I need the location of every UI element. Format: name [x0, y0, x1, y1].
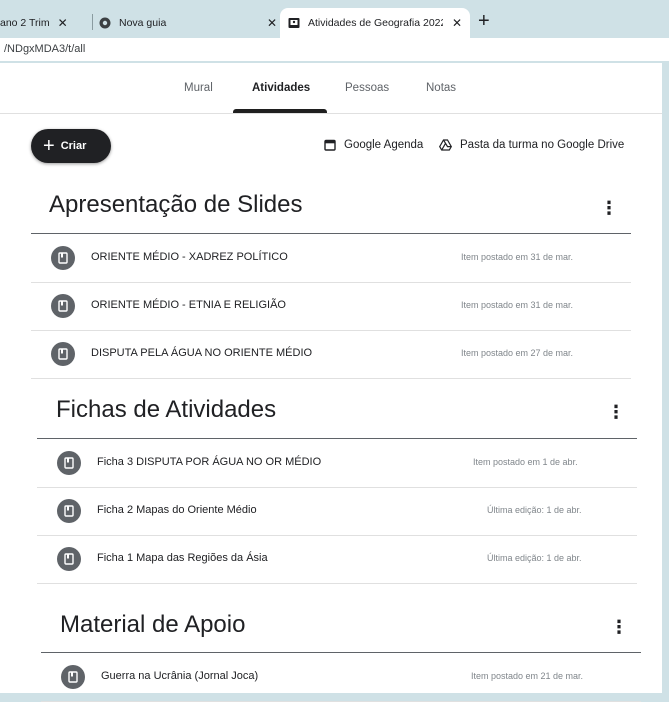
material-icon [51, 342, 75, 366]
close-icon[interactable]: ✕ [267, 16, 277, 30]
list-item[interactable]: Ficha 1 Mapa das Regiões da Ásia Última … [37, 535, 637, 584]
close-icon[interactable]: ✕ [452, 16, 462, 30]
chrome-icon [99, 17, 111, 29]
item-meta: Item postado em 31 de mar. [461, 300, 574, 310]
section-title: Apresentação de Slides [49, 191, 303, 218]
list-item[interactable]: Guerra na Ucrânia (Jornal Joca) Item pos… [41, 653, 641, 702]
drive-icon [439, 139, 452, 151]
more-vert-icon[interactable]: ⋮ [607, 403, 625, 421]
drive-folder-link[interactable]: Pasta da turma no Google Drive [439, 139, 624, 151]
item-title: Guerra na Ucrânia (Jornal Joca) [101, 670, 259, 682]
address-bar[interactable]: /NDgxMDA3/t/all [0, 38, 669, 62]
list-item[interactable]: Ficha 3 DISPUTA POR ÁGUA NO OR MÉDIO Ite… [37, 439, 637, 488]
url-text: /NDgxMDA3/t/all [4, 43, 86, 55]
tab-pessoas[interactable]: Pessoas [345, 82, 389, 94]
close-icon[interactable]: ✕ [58, 16, 68, 30]
item-title: ORIENTE MÉDIO - XADREZ POLÍTICO [91, 251, 288, 263]
drive-label: Pasta da turma no Google Drive [460, 139, 625, 151]
scrollbar[interactable] [662, 63, 669, 693]
tab-notas[interactable]: Notas [426, 82, 456, 94]
class-nav: Mural Atividades Pessoas Notas [0, 63, 662, 114]
list-item[interactable]: ORIENTE MÉDIO - XADREZ POLÍTICO Item pos… [31, 234, 631, 283]
calendar-label: Google Agenda [344, 139, 424, 151]
item-meta: Última edição: 1 de abr. [487, 553, 582, 563]
material-icon [61, 665, 85, 689]
more-vert-icon[interactable]: ⋮ [600, 199, 618, 217]
section-title: Material de Apoio [60, 611, 246, 638]
more-vert-icon[interactable]: ⋮ [610, 618, 628, 636]
material-icon [57, 499, 81, 523]
browser-tab[interactable]: Nova guia ✕ [99, 8, 277, 38]
item-title: ORIENTE MÉDIO - ETNIA E RELIGIÃO [91, 299, 286, 311]
item-meta: Item postado em 31 de mar. [461, 252, 574, 262]
list-item[interactable]: DISPUTA PELA ÁGUA NO ORIENTE MÉDIO Item … [31, 330, 631, 379]
item-title: Ficha 1 Mapa das Regiões da Ásia [97, 552, 268, 564]
item-title: Ficha 2 Mapas do Oriente Médio [97, 504, 257, 516]
material-icon [57, 547, 81, 571]
tab-atividades[interactable]: Atividades [252, 82, 310, 94]
create-label: Criar [60, 140, 87, 152]
tab-separator [92, 14, 93, 30]
item-meta: Item postado em 21 de mar. [471, 671, 584, 681]
tab-label: Atividades de Geografia 2022 - 9 [308, 17, 443, 29]
calendar-icon [324, 139, 336, 151]
item-meta: Item postado em 27 de mar. [461, 348, 574, 358]
list-item[interactable]: Ficha 2 Mapas do Oriente Médio Última ed… [37, 487, 637, 536]
create-button[interactable]: + Criar [31, 129, 111, 163]
item-title: DISPUTA PELA ÁGUA NO ORIENTE MÉDIO [91, 347, 313, 359]
browser-tab-strip: ano 2 Trim ✕ Nova guia ✕ Atividades de G… [0, 0, 669, 38]
new-tab-button[interactable]: + [478, 10, 490, 33]
plus-icon: + [43, 135, 55, 157]
section-title: Fichas de Atividades [56, 396, 277, 423]
browser-tab[interactable]: ano 2 Trim ✕ [0, 8, 88, 38]
tab-label: Nova guia [119, 17, 167, 29]
item-title: Ficha 3 DISPUTA POR ÁGUA NO OR MÉDIO [97, 456, 322, 468]
material-icon [51, 294, 75, 318]
classroom-icon [288, 18, 300, 28]
material-icon [51, 246, 75, 270]
tab-mural[interactable]: Mural [184, 82, 213, 94]
active-tab-indicator [233, 109, 327, 113]
tab-label: ano 2 Trim [0, 17, 50, 29]
item-meta: Item postado em 1 de abr. [473, 457, 578, 467]
google-calendar-link[interactable]: Google Agenda [324, 139, 423, 151]
material-icon [57, 451, 81, 475]
browser-tab-active[interactable]: Atividades de Geografia 2022 - 9 ✕ [280, 8, 470, 38]
list-item[interactable]: ORIENTE MÉDIO - ETNIA E RELIGIÃO Item po… [31, 282, 631, 331]
classroom-page: Mural Atividades Pessoas Notas + Criar G… [0, 63, 662, 702]
item-meta: Última edição: 1 de abr. [487, 505, 582, 515]
